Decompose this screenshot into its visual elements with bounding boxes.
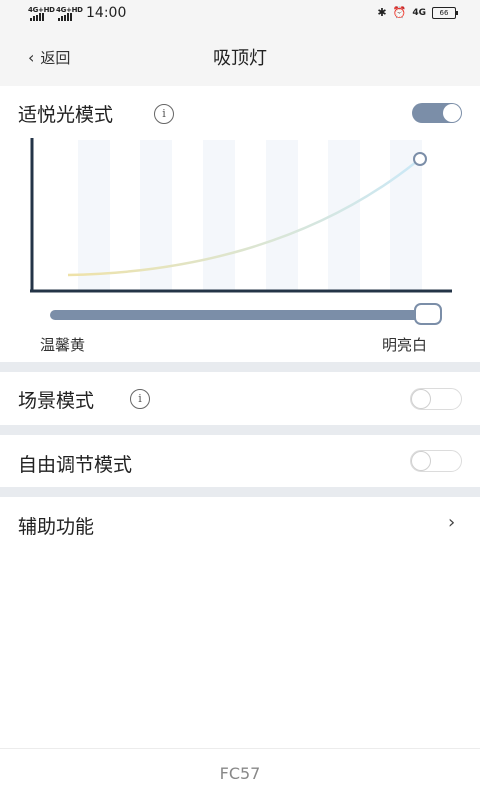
assist-title[interactable]: 辅助功能	[18, 512, 94, 539]
slider-thumb[interactable]	[414, 303, 442, 325]
network-label: 4G	[412, 7, 426, 18]
light-curve-chart	[30, 138, 452, 293]
alarm-icon: ⏰	[392, 6, 407, 19]
scene-mode-title: 场景模式	[18, 390, 95, 412]
section-divider	[0, 362, 480, 372]
section-divider	[0, 425, 480, 435]
color-temp-slider[interactable]	[50, 310, 440, 320]
device-model: FC57	[219, 764, 261, 783]
adaptive-mode-toggle[interactable]	[412, 103, 462, 123]
chart-endpoint	[413, 152, 427, 166]
bluetooth-icon: ✱	[377, 6, 387, 19]
battery-icon: 66	[432, 6, 458, 19]
chart-column	[266, 140, 298, 290]
clock: 14:00	[86, 5, 127, 21]
footer-divider	[0, 748, 480, 749]
status-bar: 4G+HD 4G+HD 14:00 ✱ ⏰ 4G 66	[0, 0, 480, 30]
free-mode-toggle[interactable]	[410, 450, 462, 472]
warm-label: 温馨黄	[40, 336, 86, 354]
chart-curve	[67, 161, 417, 277]
bright-label: 明亮白	[382, 336, 428, 354]
info-icon[interactable]: i	[154, 104, 174, 124]
status-right: ✱ ⏰ 4G 66	[377, 6, 458, 19]
chevron-right-icon[interactable]: ›	[448, 512, 455, 533]
chart-column	[203, 140, 235, 290]
nav-bar: ‹ 返回 吸顶灯	[0, 30, 480, 86]
chart-column	[78, 140, 110, 290]
section-divider	[0, 487, 480, 497]
info-icon[interactable]: i	[130, 389, 150, 409]
page-title: 吸顶灯	[213, 48, 267, 69]
free-mode-title: 自由调节模式	[18, 454, 133, 476]
adaptive-mode-title: 适悦光模式	[18, 104, 114, 126]
scene-mode-toggle[interactable]	[410, 388, 462, 410]
